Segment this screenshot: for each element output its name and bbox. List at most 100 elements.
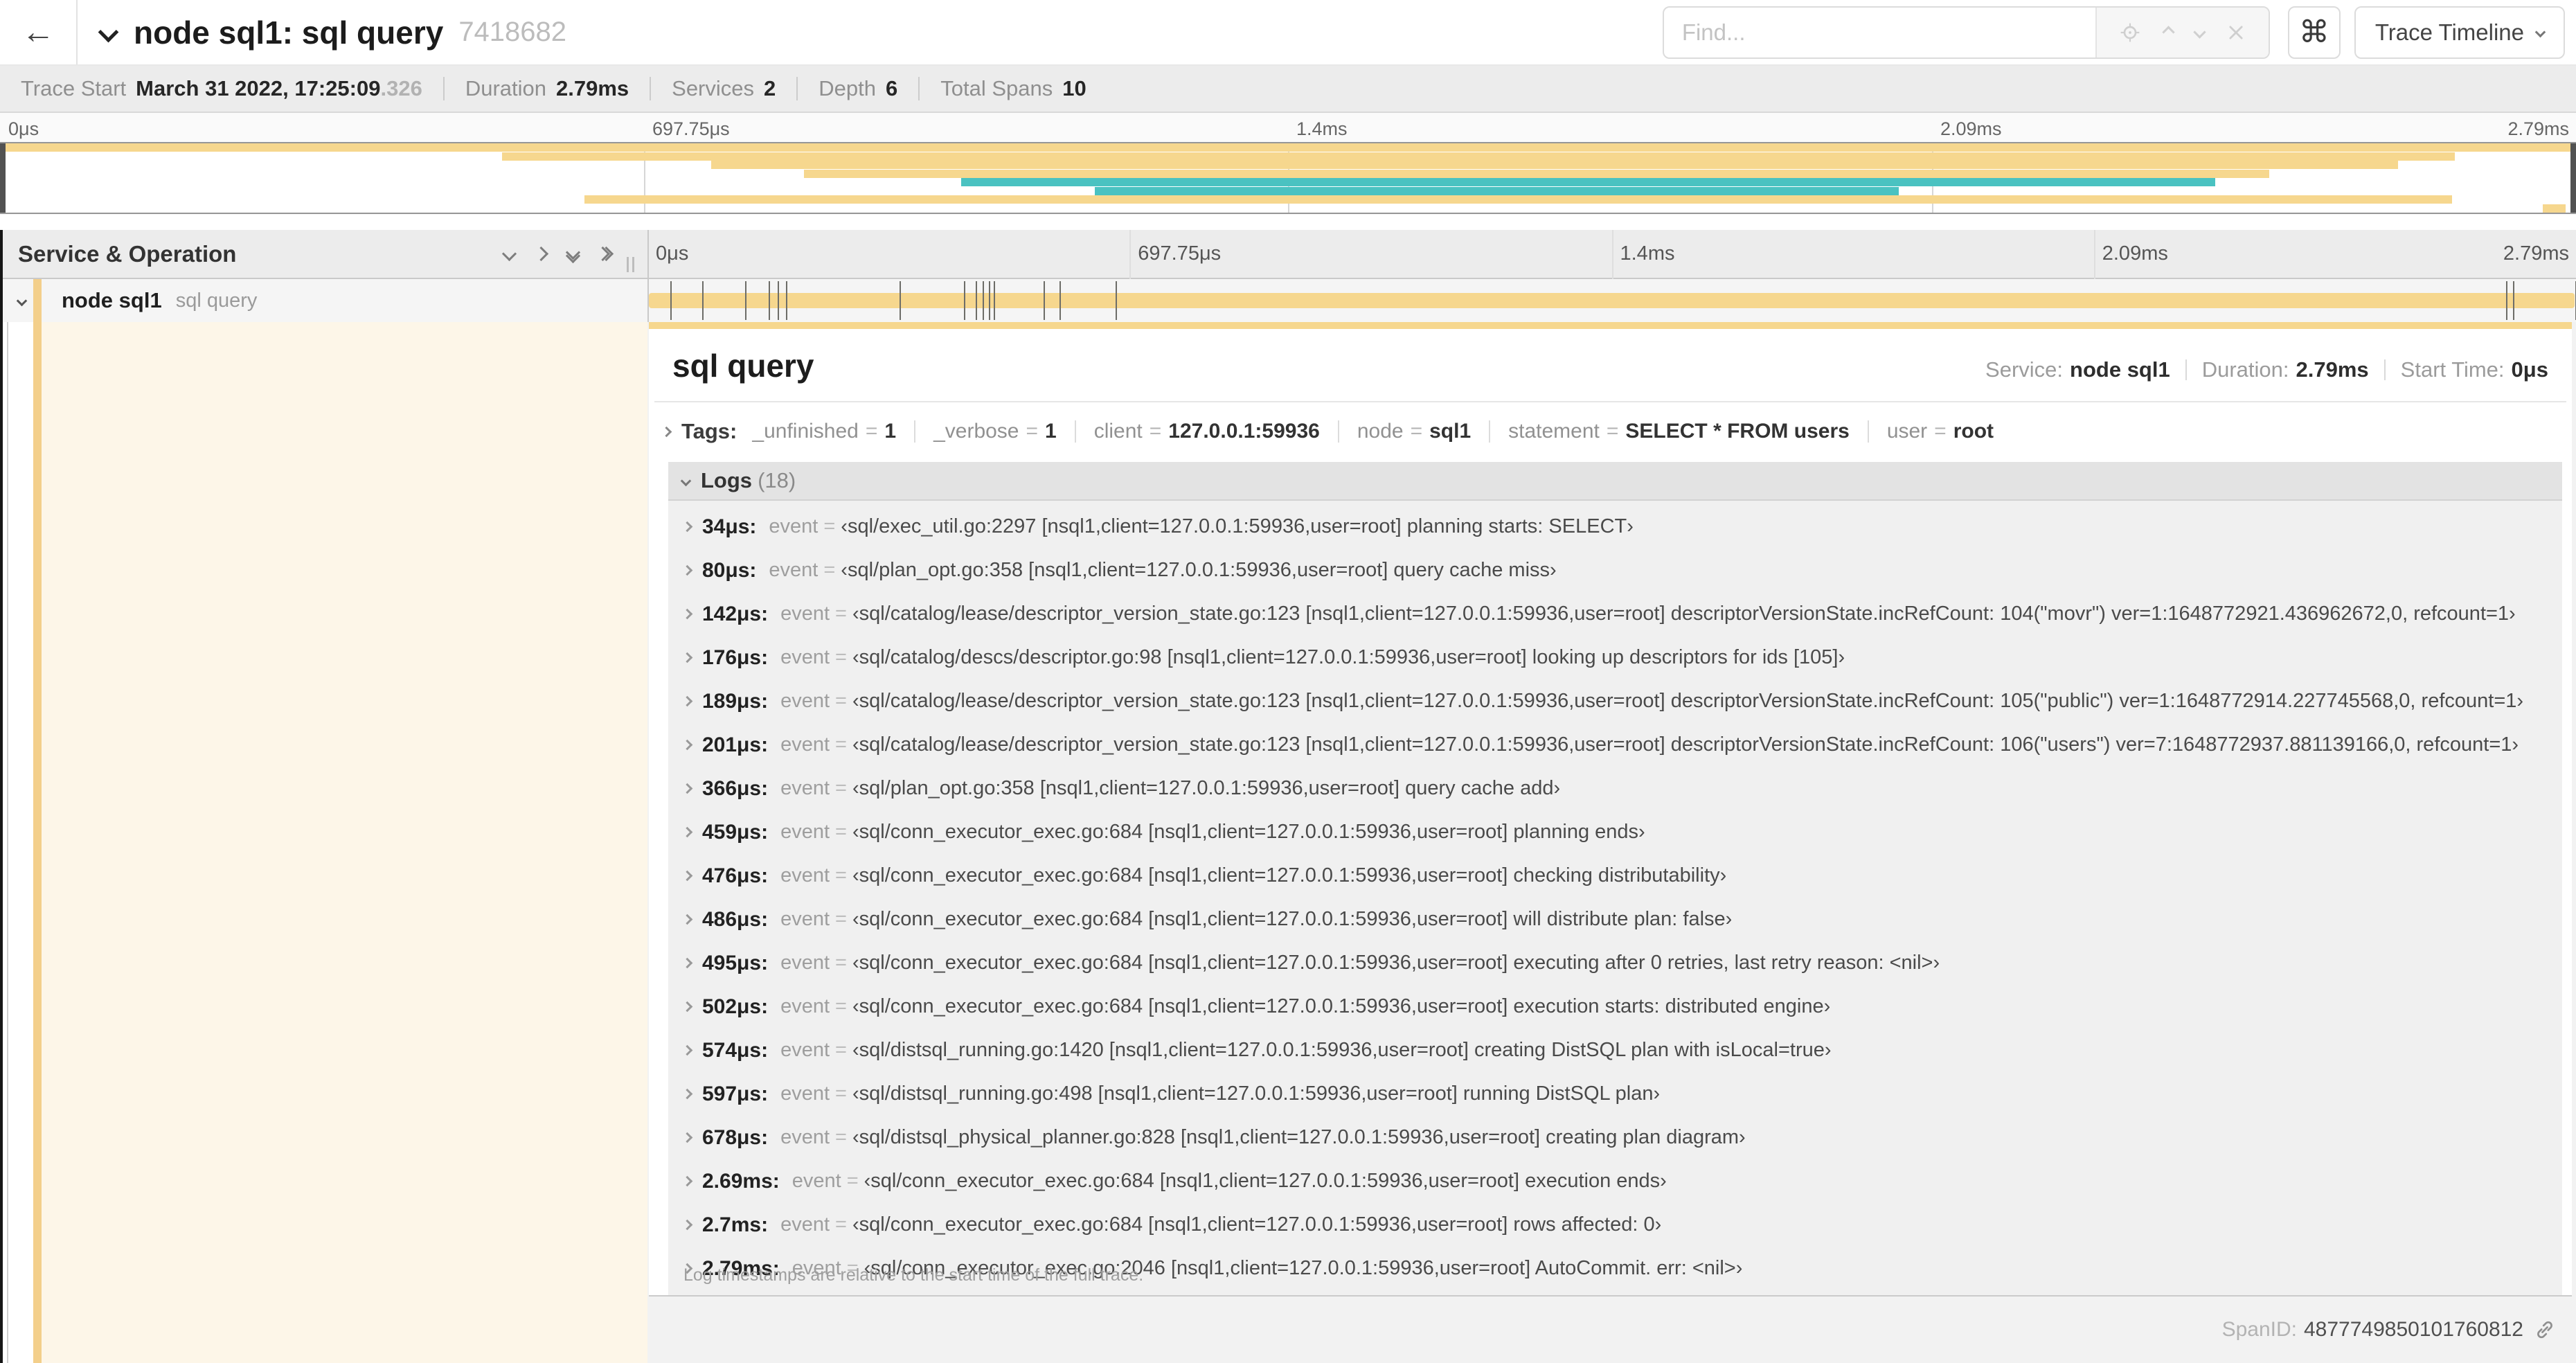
log-val: ‹sql/conn_executor_exec.go:684 [nsql1,cl… [852,864,1727,887]
chevron-right-icon [681,1175,693,1187]
log-tick-mark [900,281,902,320]
log-key: event [791,1170,841,1192]
trace-title-wrap[interactable]: node sql1: sql query 7418682 [98,14,567,51]
collapse-all-icon[interactable] [557,244,589,263]
minimap-span-bar [502,152,2456,161]
locate-icon[interactable] [2119,21,2141,44]
log-key: event [769,559,819,581]
divider [442,77,445,100]
log-row[interactable]: 176μs: event = ‹sql/catalog/descs/descripto… [681,636,2562,679]
trace-view-dropdown[interactable]: Trace Timeline [2354,6,2565,59]
log-row[interactable]: 459μs: event = ‹sql/conn_executor_exec.go:6… [681,810,2562,854]
chevron-right-icon [681,957,693,969]
log-time: 486μs: [702,907,769,931]
trace-stats-bar: Trace Start March 31 2022, 17:25:09.326 … [0,66,2576,113]
next-match-icon[interactable] [2193,26,2206,39]
log-row[interactable]: 502μs: event = ‹sql/conn_executor_exec.go:6… [681,985,2562,1028]
log-eq: = [835,952,847,974]
tag-eq: = [865,420,878,443]
divider [796,77,798,100]
log-key: event [780,821,830,843]
span-detail-card: sql query Service: node sql1 Duration: 2… [649,322,2572,1297]
log-row[interactable]: 34μs: event = ‹sql/exec_util.go:2297 [nsql1… [681,505,2562,549]
expand-all-icon[interactable] [589,246,620,262]
span-duration-bar[interactable] [649,293,2575,308]
log-row[interactable]: 476μs: event = ‹sql/conn_executor_exec.go:6… [681,854,2562,898]
chevron-down-icon [668,475,692,486]
prev-match-icon[interactable] [2161,26,2175,39]
log-row[interactable]: 495μs: event = ‹sql/conn_executor_exec.go:6… [681,941,2562,985]
minimap-graph[interactable] [0,142,2576,214]
minimap-span-bar [710,161,2399,170]
chevron-down-icon [98,21,119,43]
service-color-stripe [33,279,42,322]
log-tick-mark [994,281,996,320]
log-row[interactable]: 201μs: event = ‹sql/catalog/lease/descripto… [681,723,2562,767]
log-time: 176μs: [702,645,769,669]
span-gantt-area[interactable] [647,279,2576,322]
log-row[interactable]: 366μs: event = ‹sql/plan_opt.go:358 [nsql1,… [681,767,2562,810]
tag-key: statement [1508,420,1600,443]
span-detail-meta: Service: node sql1 Duration: 2.79ms Star… [1985,357,2548,382]
log-time: 142μs: [702,602,769,625]
tags-row[interactable]: Tags: _unfinished = 1 _verbose = 1 client = 127.… [649,402,2572,459]
logs-header[interactable]: Logs (18) [668,462,2562,501]
log-tick-mark [768,281,770,320]
log-key: event [780,646,830,668]
log-val: ‹sql/plan_opt.go:358 [nsql1,client=127.0… [841,559,1557,581]
column-resizer[interactable] [627,257,638,272]
collapse-one-icon[interactable] [493,246,525,262]
service-color-stripe [33,322,42,1363]
chevron-right-icon [681,739,693,751]
column-divider[interactable] [647,230,649,322]
log-row[interactable]: 80μs: event = ‹sql/plan_opt.go:358 [nsql1,c… [681,549,2562,592]
log-row[interactable]: 2.7ms: event = ‹sql/conn_executor_exec.go:6… [681,1203,2562,1247]
log-tick-mark [2513,281,2515,320]
chevron-right-icon [681,870,693,882]
span-row: node sql1 sql query [0,279,2576,322]
minimap-right-handle[interactable] [2570,143,2576,213]
logs-count: (18) [758,468,796,492]
log-key: event [780,908,830,930]
minimap-left-handle[interactable] [0,143,6,213]
divider [914,420,916,443]
log-row[interactable]: 574μs: event = ‹sql/distsql_running.go:1420… [681,1028,2562,1072]
span-service-name: node sql1 [62,288,162,312]
tag-pair: statement = SELECT * FROM users [1508,420,1850,443]
log-row[interactable]: 189μs: event = ‹sql/catalog/lease/descripto… [681,679,2562,723]
header-controls: ⌘ Trace Timeline [1662,6,2565,59]
log-eq: = [835,821,847,843]
stat-label: Duration [465,76,546,100]
back-button[interactable]: ← [0,0,78,64]
log-time: 459μs: [702,820,769,844]
link-icon[interactable] [2533,1318,2557,1342]
minimap-span-row [0,143,2576,152]
tag-key: client [1093,420,1143,443]
spanid-row: SpanID: 4877749850101760812 [2222,1308,2557,1352]
trace-id: 7418682 [458,17,567,47]
tag-val: root [1953,420,1994,443]
clear-search-icon[interactable] [2226,23,2246,42]
log-row[interactable]: 2.69ms: event = ‹sql/conn_executor_exec.go:… [681,1159,2562,1203]
chevron-right-icon [681,608,693,620]
log-row[interactable]: 678μs: event = ‹sql/distsql_physical_planne… [681,1116,2562,1159]
chevron-right-icon [681,783,693,794]
trace-minimap: 0μs 697.75μs 1.4ms 2.09ms 2.79ms [0,113,2576,215]
log-eq: = [835,1039,847,1061]
minimap-span-bar [803,169,2270,178]
log-key: event [780,690,830,712]
log-row[interactable]: 597μs: event = ‹sql/distsql_running.go:498 … [681,1072,2562,1116]
meta-label: Duration: [2201,357,2289,382]
expand-one-icon[interactable] [525,246,557,262]
meta-label: Service: [1985,357,2064,382]
log-time: 2.7ms: [702,1213,769,1236]
trace-view-label: Trace Timeline [2374,19,2524,45]
keyboard-shortcuts-button[interactable]: ⌘ [2287,6,2341,59]
log-row[interactable]: 486μs: event = ‹sql/conn_executor_exec.go:6… [681,898,2562,941]
tag-val: 127.0.0.1:59936 [1168,420,1320,443]
meta-label: Start Time: [2400,357,2505,382]
minimap-rows [0,143,2576,213]
log-row[interactable]: 142μs: event = ‹sql/catalog/lease/descripto… [681,592,2562,636]
span-row-name-cell[interactable]: node sql1 sql query [0,279,647,322]
find-input[interactable] [1663,7,2095,57]
